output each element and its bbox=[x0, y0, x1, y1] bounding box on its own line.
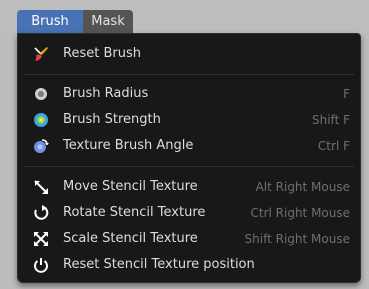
menu-item-shortcut: Shift F bbox=[312, 113, 350, 127]
header-bar: Brush Mask bbox=[0, 0, 369, 33]
menu-item-label: Texture Brush Angle bbox=[63, 138, 194, 153]
reset-brush-icon bbox=[32, 45, 50, 63]
menu-item-shortcut: Ctrl Right Mouse bbox=[250, 206, 350, 220]
menu-item-label: Reset Stencil Texture position bbox=[63, 257, 255, 272]
brush-menu: Reset Brush Brush Radius F Brush Strengt… bbox=[17, 33, 361, 283]
tab-mask[interactable]: Mask bbox=[83, 10, 133, 33]
texture-brush-angle-icon bbox=[32, 137, 50, 155]
menu-item-reset-brush[interactable]: Reset Brush bbox=[18, 42, 360, 66]
menu-item-label: Brush Strength bbox=[63, 112, 161, 127]
brush-strength-icon bbox=[32, 111, 50, 129]
menu-item-brush-strength[interactable]: Brush Strength Shift F bbox=[18, 108, 360, 132]
menu-item-shortcut: Ctrl F bbox=[317, 139, 350, 153]
rotate-stencil-icon bbox=[32, 204, 50, 222]
scale-stencil-icon bbox=[32, 230, 50, 248]
separator bbox=[24, 74, 354, 75]
menu-item-label: Rotate Stencil Texture bbox=[63, 205, 206, 220]
menu-item-label: Brush Radius bbox=[63, 86, 149, 101]
menu-item-shortcut: Alt Right Mouse bbox=[255, 180, 350, 194]
menu-item-texture-brush-angle[interactable]: Texture Brush Angle Ctrl F bbox=[18, 134, 360, 158]
separator bbox=[24, 166, 354, 167]
menu-item-rotate-stencil-texture[interactable]: Rotate Stencil Texture Ctrl Right Mouse bbox=[18, 201, 360, 225]
menu-item-shortcut: Shift Right Mouse bbox=[244, 232, 350, 246]
menu-item-scale-stencil-texture[interactable]: Scale Stencil Texture Shift Right Mouse bbox=[18, 227, 360, 251]
screen: Brush Mask Reset Brush Brush Radius F Br… bbox=[0, 0, 369, 289]
menu-item-reset-stencil-texture-position[interactable]: Reset Stencil Texture position bbox=[18, 253, 360, 277]
move-stencil-icon bbox=[32, 178, 50, 196]
menu-item-shortcut: F bbox=[343, 87, 350, 101]
power-icon bbox=[32, 256, 50, 274]
menu-item-label: Scale Stencil Texture bbox=[63, 231, 198, 246]
menu-item-label: Reset Brush bbox=[63, 46, 141, 61]
menu-item-label: Move Stencil Texture bbox=[63, 179, 198, 194]
brush-radius-icon bbox=[32, 85, 50, 103]
tab-brush[interactable]: Brush bbox=[17, 10, 83, 33]
menu-item-move-stencil-texture[interactable]: Move Stencil Texture Alt Right Mouse bbox=[18, 175, 360, 199]
menu-item-brush-radius[interactable]: Brush Radius F bbox=[18, 82, 360, 106]
